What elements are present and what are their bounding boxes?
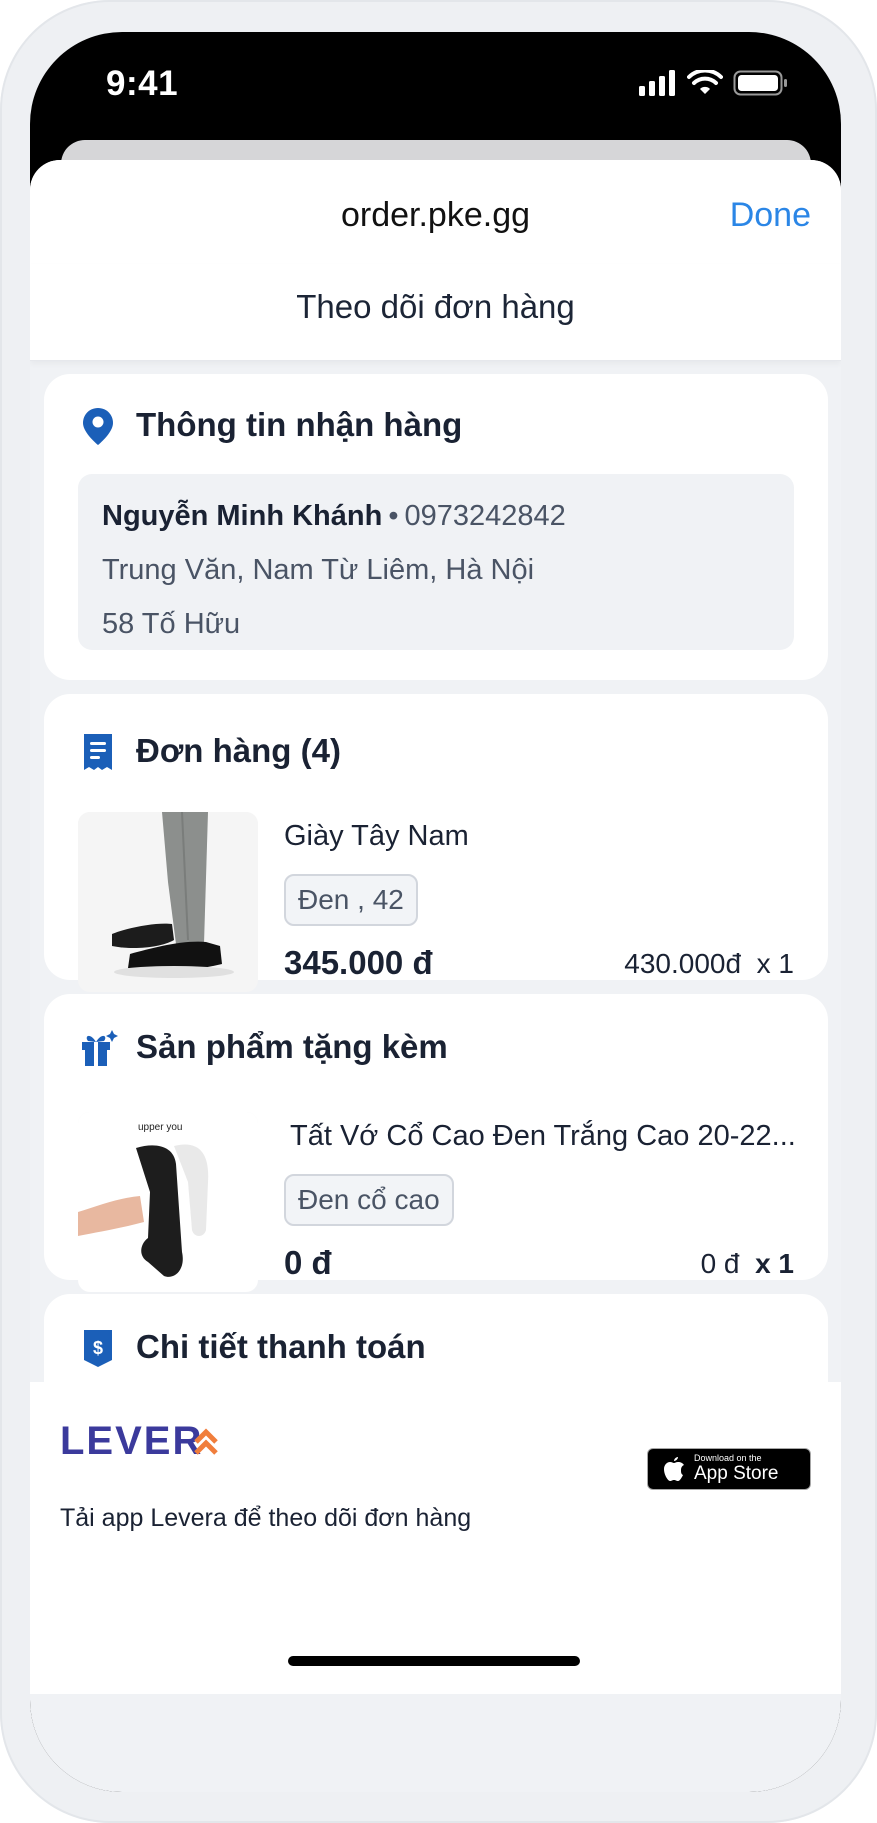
phone-screen: 9:41 order.pke.gg Done Theo dõi đơn hàng… [30, 32, 841, 1792]
page-title: Theo dõi đơn hàng [296, 288, 575, 325]
gift-qty: x 1 [755, 1248, 794, 1279]
shipping-card: Thông tin nhận hàng Nguyễn Minh Khánh • 09… [44, 374, 828, 680]
receipt-icon [84, 734, 112, 770]
done-button[interactable]: Done [730, 196, 811, 235]
gift-product-name: Tất Vớ Cổ Cao Đen Trắng Cao 20-22... [290, 1120, 796, 1152]
browser-toolbar: order.pke.gg Done [30, 160, 841, 264]
order-card: Đơn hàng (4) Giày Tây Nam Đen , 42 345.0… [44, 694, 828, 992]
svg-text:$: $ [93, 1338, 103, 1358]
levera-logo[interactable]: LEVER [60, 1420, 220, 1460]
battery-icon [733, 70, 787, 96]
product-variant-tag: Đen , 42 [284, 874, 418, 926]
payment-title: Chi tiết thanh toán [136, 1328, 426, 1365]
order-title: Đơn hàng (4) [136, 732, 341, 769]
app-store-badge[interactable]: Download on the App Store [647, 1448, 811, 1490]
gift-icon [82, 1030, 118, 1066]
address-area: Trung Văn, Nam Từ Liêm, Hà Nội [102, 554, 535, 586]
gift-price: 0 đ [284, 1244, 332, 1281]
shipping-title: Thông tin nhận hàng [136, 406, 463, 443]
status-bar: 9:41 [30, 32, 841, 152]
svg-text:LEVER: LEVER [60, 1420, 203, 1460]
home-indicator[interactable] [288, 1656, 580, 1666]
socks-image: upper you [78, 1112, 258, 1292]
shoes-image [78, 812, 258, 992]
recipient-name: Nguyễn Minh Khánh [102, 500, 383, 532]
name-separator: • [388, 500, 399, 532]
promo-text: Tải app Levera để theo dõi đơn hàng [60, 1504, 472, 1532]
status-time: 9:41 [106, 64, 179, 103]
url-label: order.pke.gg [340, 196, 531, 234]
product-unit-price: 430.000đ [624, 948, 742, 979]
wifi-icon [687, 70, 723, 94]
product-image-socks[interactable]: upper you [78, 1112, 258, 1292]
socks-brand-text: upper you [138, 1122, 182, 1133]
apple-icon [664, 1457, 684, 1481]
product-qty: x 1 [756, 948, 794, 979]
location-pin-icon [83, 408, 113, 445]
status-icons [639, 70, 789, 96]
product-image-shoes[interactable] [78, 812, 258, 992]
payment-tag-icon: $ [84, 1330, 112, 1367]
app-promo-banner: LEVER Tải app Levera để theo dõi đơn hàn… [30, 1382, 841, 1694]
browser-sheet: order.pke.gg Done Theo dõi đơn hàng Thôn… [30, 160, 841, 1792]
page-header: Theo dõi đơn hàng [30, 264, 841, 361]
gift-unit-qty: 0 đ x 1 [701, 1248, 794, 1280]
recipient-line: Nguyễn Minh Khánh • 0973242842 [102, 500, 566, 533]
signal-icon [639, 70, 675, 96]
address-box: Nguyễn Minh Khánh • 0973242842 Trung Văn, … [78, 474, 794, 650]
address-street: 58 Tố Hữu [102, 608, 241, 640]
app-store-big-text: App Store [694, 1463, 779, 1484]
app-store-small-text: Download on the [694, 1453, 762, 1463]
product-name: Giày Tây Nam [284, 820, 469, 852]
gift-unit-price: 0 đ [700, 1248, 740, 1279]
gift-title: Sản phẩm tặng kèm [136, 1028, 448, 1065]
product-unit-qty: 430.000đ x 1 [624, 948, 794, 980]
recipient-phone: 0973242842 [404, 500, 566, 532]
product-price: 345.000 đ [284, 944, 433, 981]
gift-card: Sản phẩm tặng kèm upper you Tất Vớ Cổ Ca… [44, 994, 828, 1292]
gift-variant-tag: Đen cổ cao [284, 1174, 454, 1226]
